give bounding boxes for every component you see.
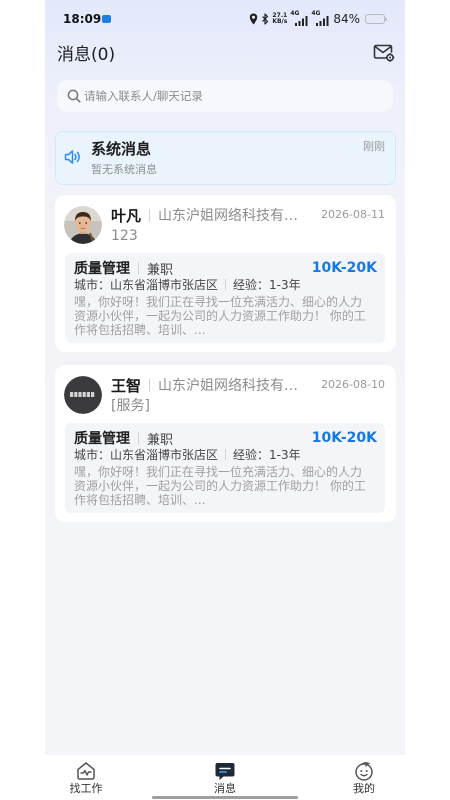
- network-speed: 27.1 KB/s: [272, 12, 288, 26]
- tab-profile[interactable]: 我的: [334, 755, 394, 800]
- system-message-card[interactable]: 系统消息 暂无系统消息 刚刚: [55, 131, 396, 185]
- speaker-icon: [64, 150, 80, 164]
- conversation-header: 王智 山东沪姐网络科技有…: [111, 375, 316, 395]
- network-speed-unit: KB/s: [272, 18, 288, 25]
- job-description: 嘿，你好呀！我们正在寻找一位充满活力、细心的人力资源小伙伴，一起为公司的人力资源…: [74, 295, 366, 337]
- job-city: 城市：山东省淄博市张店区: [74, 278, 219, 292]
- system-message-title: 系统消息: [91, 140, 152, 158]
- conversation-date: 2026-08-11: [321, 208, 385, 221]
- system-message-time: 刚刚: [363, 140, 385, 153]
- messages-icon: [215, 763, 235, 780]
- bottom-tab-bar: 找工作 消息 我的: [45, 755, 405, 800]
- location-icon: [250, 13, 258, 25]
- job-meta-row: 城市：山东省淄博市张店区 经验：1-3年: [74, 447, 301, 462]
- last-message: 123: [111, 228, 138, 244]
- job-type: 兼职: [147, 432, 174, 448]
- find-jobs-icon: [77, 762, 95, 780]
- tab-find-jobs[interactable]: 找工作: [56, 755, 116, 800]
- job-experience: 经验：1-3年: [233, 278, 301, 292]
- signal-bars-icon: [295, 16, 308, 26]
- status-icons: 27.1 KB/s 4G 4G 84%: [249, 11, 387, 27]
- contact-name: 叶凡: [111, 206, 142, 225]
- tab-label: 我的: [353, 782, 375, 795]
- job-meta-row: 城市：山东省淄博市张店区 经验：1-3年: [74, 277, 301, 292]
- mail-settings-icon: [373, 44, 395, 62]
- job-card[interactable]: 质量管理 兼职 10K-20K 城市：山东省淄博市张店区 经验：1-3年 嘿，你…: [65, 253, 385, 343]
- job-description: 嘿，你好呀！我们正在寻找一位充满活力、细心的人力资源小伙伴，一起为公司的人力资源…: [74, 465, 366, 507]
- contact-name: 王智: [111, 376, 142, 395]
- app-screen: 18:09 27.1 KB/s 4G 4G 84% 消息(0) 请输入联系人/聊…: [45, 0, 405, 800]
- company-logo-avatar: [64, 376, 102, 414]
- job-title-row: 质量管理 兼职: [74, 259, 174, 278]
- avatar[interactable]: [64, 206, 102, 244]
- divider: [225, 449, 227, 460]
- job-title: 质量管理: [74, 431, 130, 447]
- mail-settings-button[interactable]: [373, 43, 395, 63]
- avatar[interactable]: [64, 376, 102, 414]
- last-message: [服务]: [111, 398, 150, 414]
- battery-icon: [365, 14, 387, 24]
- job-card[interactable]: 质量管理 兼职 10K-20K 城市：山东省淄博市张店区 经验：1-3年 嘿，你…: [65, 423, 385, 513]
- divider: [225, 279, 227, 290]
- job-salary: 10K-20K: [311, 260, 377, 276]
- conversation-card[interactable]: 叶凡 山东沪姐网络科技有… 2026-08-11 123 质量管理 兼职 10K…: [55, 195, 396, 352]
- company-name: 山东沪姐网络科技有…: [158, 378, 299, 394]
- divider: [149, 378, 151, 392]
- job-title: 质量管理: [74, 261, 130, 277]
- job-type: 兼职: [147, 262, 174, 278]
- tab-label: 找工作: [69, 782, 103, 795]
- signal-sim2: 4G: [311, 11, 329, 26]
- divider: [149, 208, 151, 222]
- tab-label: 消息: [214, 782, 236, 795]
- tab-messages[interactable]: 消息: [195, 755, 255, 800]
- job-title-row: 质量管理 兼职: [74, 429, 174, 448]
- divider: [138, 261, 139, 275]
- conversation-card[interactable]: 王智 山东沪姐网络科技有… 2026-08-10 [服务] 质量管理 兼职 10…: [55, 365, 396, 522]
- notification-icon: [102, 15, 111, 23]
- divider: [138, 431, 139, 445]
- bluetooth-icon: [262, 13, 269, 25]
- signal-sim1: 4G: [290, 11, 308, 26]
- job-salary: 10K-20K: [311, 430, 377, 446]
- signal-bars-icon: [316, 16, 329, 26]
- page-title: 消息(0): [57, 45, 116, 65]
- system-message-preview: 暂无系统消息: [91, 163, 157, 176]
- status-time: 18:09: [63, 12, 102, 26]
- avatar-photo: [64, 206, 102, 244]
- search-input[interactable]: [57, 80, 393, 112]
- conversation-header: 叶凡 山东沪姐网络科技有…: [111, 205, 316, 225]
- job-city: 城市：山东省淄博市张店区: [74, 448, 219, 462]
- battery-percent: 84%: [333, 12, 360, 26]
- conversation-date: 2026-08-10: [321, 378, 385, 391]
- company-name: 山东沪姐网络科技有…: [158, 208, 299, 224]
- job-experience: 经验：1-3年: [233, 448, 301, 462]
- search-bar[interactable]: [57, 80, 393, 112]
- home-indicator: [152, 796, 298, 799]
- profile-icon: [355, 761, 373, 781]
